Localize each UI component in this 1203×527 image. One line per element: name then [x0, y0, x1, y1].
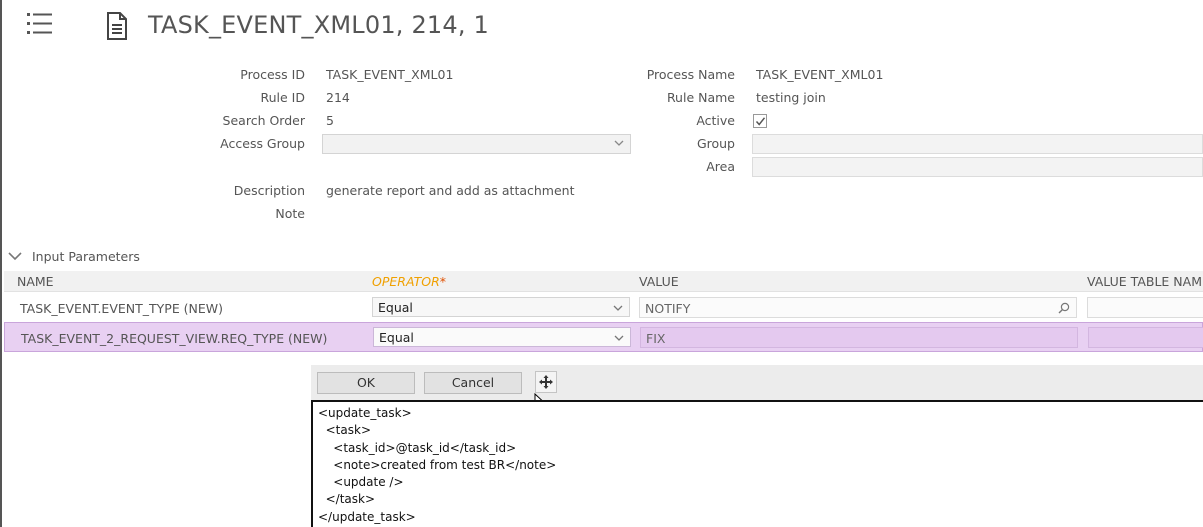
rule-id-label: Rule ID	[260, 90, 306, 105]
active-checkbox[interactable]	[753, 114, 767, 128]
editor-toolbar: OK Cancel	[311, 365, 1203, 400]
column-header-value-table-name[interactable]: VALUE TABLE NAME	[1087, 274, 1203, 289]
group-label: Group	[696, 136, 735, 151]
xml-line: <task_id>@task_id</task_id>	[318, 440, 517, 455]
grid-header: NAME OPERATOR* VALUE VALUE TABLE NAME	[4, 271, 1203, 292]
chevron-down-icon	[614, 335, 624, 341]
access-group-select[interactable]	[322, 134, 631, 154]
move-handle[interactable]	[535, 371, 557, 393]
table-row-selected[interactable]: TASK_EVENT_2_REQUEST_VIEW.REQ_TYPE (NEW)…	[4, 322, 1203, 352]
value-input[interactable]: FIX	[640, 327, 1078, 348]
xml-line: <update />	[318, 475, 404, 490]
process-name-label: Process Name	[646, 67, 735, 82]
column-header-operator[interactable]: OPERATOR*	[372, 274, 446, 289]
chevron-down-icon	[8, 252, 22, 261]
rule-name-value: testing join	[756, 90, 826, 105]
search-icon[interactable]	[1058, 302, 1070, 314]
chevron-down-icon	[614, 140, 624, 146]
value-input[interactable]: NOTIFY	[639, 297, 1077, 318]
operator-value: Equal	[378, 300, 413, 315]
value-table-input[interactable]	[1087, 297, 1203, 318]
search-order-value: 5	[326, 113, 334, 128]
area-label: Area	[706, 159, 735, 174]
xml-line: <task>	[318, 423, 371, 438]
value-text: FIX	[646, 331, 666, 346]
description-label: Description	[233, 183, 305, 198]
value-text: NOTIFY	[645, 301, 691, 316]
area-input[interactable]	[752, 157, 1203, 177]
xml-line: </update_task>	[318, 509, 416, 524]
column-header-name[interactable]: NAME	[17, 274, 54, 289]
required-mark: *	[439, 274, 447, 289]
document-icon	[106, 12, 128, 40]
operator-select[interactable]: Equal	[373, 327, 631, 347]
checkmark-icon	[755, 117, 766, 126]
note-label: Note	[275, 206, 305, 221]
active-label: Active	[696, 113, 735, 128]
xml-line: <note>created from test BR</note>	[318, 457, 557, 472]
table-row[interactable]: TASK_EVENT.EVENT_TYPE (NEW) Equal NOTIFY	[4, 293, 1203, 323]
row-name: TASK_EVENT.EVENT_TYPE (NEW)	[20, 301, 224, 316]
page-title: TASK_EVENT_XML01, 214, 1	[148, 11, 489, 39]
section-title: Input Parameters	[32, 248, 140, 264]
input-parameters-toggle[interactable]: Input Parameters	[8, 248, 140, 264]
xml-line: <update_task>	[318, 406, 412, 420]
process-id-value: TASK_EVENT_XML01	[326, 67, 454, 82]
rule-name-label: Rule Name	[666, 90, 735, 105]
search-order-label: Search Order	[222, 113, 305, 128]
access-group-label: Access Group	[220, 136, 305, 151]
row-name: TASK_EVENT_2_REQUEST_VIEW.REQ_TYPE (NEW)	[21, 331, 328, 346]
cancel-button[interactable]: Cancel	[424, 372, 522, 394]
rule-id-value: 214	[326, 90, 350, 105]
ok-button[interactable]: OK	[317, 372, 415, 394]
description-value: generate report and add as attachment	[326, 183, 575, 198]
chevron-down-icon	[613, 305, 623, 311]
group-input[interactable]	[752, 134, 1203, 154]
operator-header-text: OPERATOR	[372, 274, 440, 289]
move-arrows-icon	[539, 375, 553, 389]
operator-select[interactable]: Equal	[372, 297, 630, 317]
window-edge	[0, 0, 2, 527]
xml-editor[interactable]: <update_task> <task> <task_id>@task_id</…	[311, 400, 1203, 527]
value-table-input[interactable]	[1088, 327, 1203, 348]
process-name-value: TASK_EVENT_XML01	[756, 67, 884, 82]
process-id-label: Process ID	[240, 67, 305, 82]
xml-line: </task>	[318, 492, 376, 507]
list-menu-icon[interactable]	[26, 12, 54, 38]
operator-value: Equal	[379, 330, 414, 345]
column-header-value[interactable]: VALUE	[639, 274, 679, 289]
